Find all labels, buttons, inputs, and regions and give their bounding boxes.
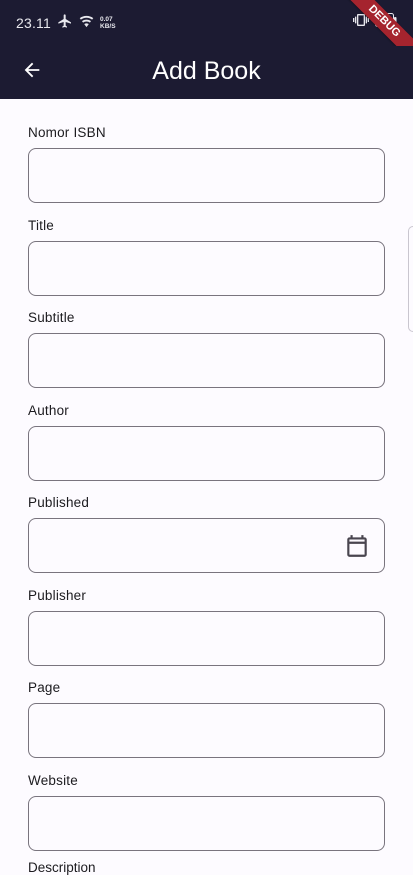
subtitle-label: Subtitle (28, 310, 75, 325)
field-website: Website (28, 747, 385, 851)
page-label: Page (28, 680, 61, 695)
calendar-icon[interactable] (344, 533, 370, 559)
field-title: Title (28, 192, 385, 296)
wifi-icon (79, 14, 94, 32)
status-bar: 23.11 0.07 KB/S DEBUG (0, 0, 413, 67)
airplane-icon (57, 13, 73, 32)
add-book-form: Nomor ISBN Title Subtitle Author Publish… (28, 99, 385, 851)
field-isbn: Nomor ISBN (28, 99, 385, 203)
field-author: Author (28, 377, 385, 481)
page-title: Add Book (152, 57, 261, 85)
network-speed-value: 0.07 (100, 15, 113, 23)
app-bar: Add Book (0, 46, 413, 99)
website-input-box (28, 795, 385, 851)
field-subtitle: Subtitle (28, 284, 385, 388)
network-speed-unit: KB/S (100, 22, 116, 30)
network-speed: 0.07 KB/S (100, 16, 116, 30)
published-label: Published (28, 495, 90, 510)
field-page: Page (28, 654, 385, 758)
isbn-label: Nomor ISBN (28, 125, 106, 140)
title-label: Title (28, 217, 55, 233)
author-label: Author (28, 402, 69, 418)
website-input[interactable] (29, 796, 384, 850)
status-left: 23.11 0.07 KB/S (16, 13, 116, 32)
publisher-label: Publisher (28, 587, 87, 603)
field-published: Published (28, 469, 385, 573)
edge-panel-handle[interactable] (408, 226, 413, 332)
status-time: 23.11 (16, 14, 51, 31)
field-publisher: Publisher (28, 562, 385, 666)
website-label: Website (28, 772, 78, 788)
